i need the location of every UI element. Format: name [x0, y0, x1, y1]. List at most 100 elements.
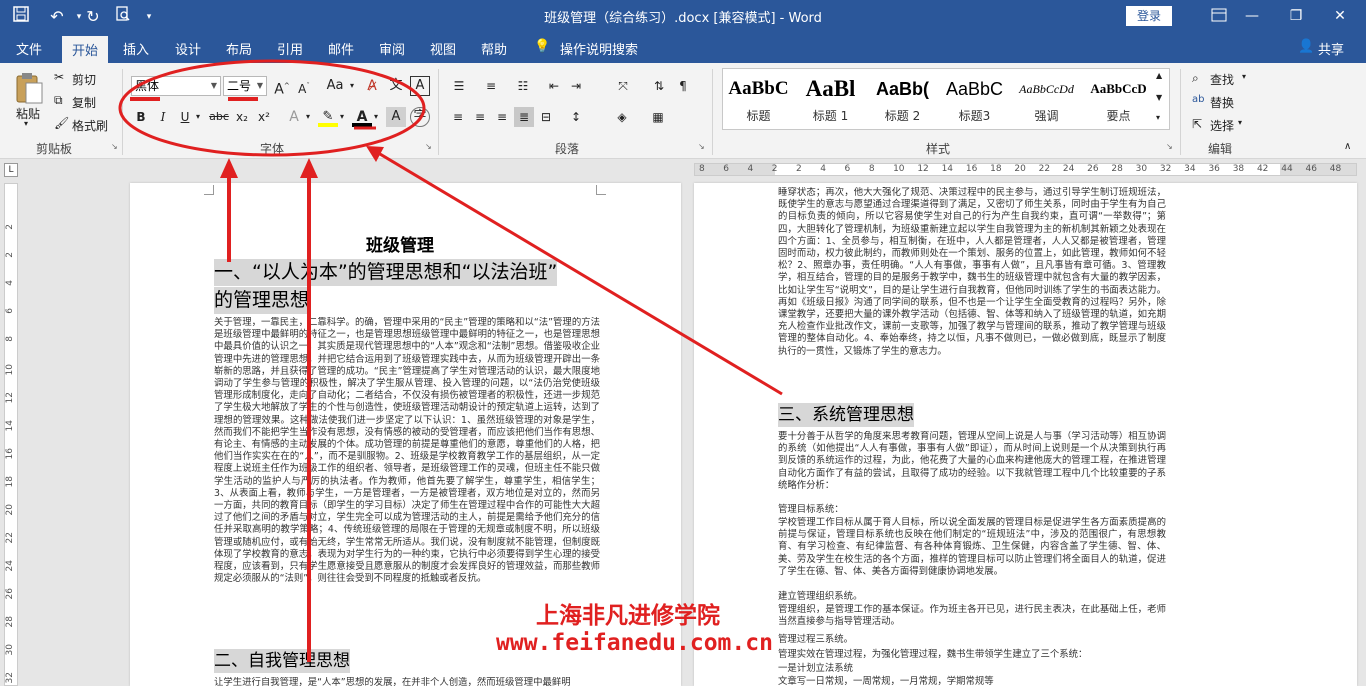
replace-button[interactable]: 替换	[1210, 94, 1234, 111]
shrink-font-icon[interactable]: Aˇ	[294, 76, 314, 96]
paste-icon[interactable]	[14, 71, 44, 105]
ruler-number: 18	[5, 476, 15, 488]
styles-scroll-down-icon[interactable]: ▼	[1156, 93, 1162, 102]
styles-scroll-up-icon[interactable]: ▲	[1156, 71, 1162, 80]
bold-button[interactable]: B	[132, 107, 150, 127]
select-button[interactable]: 选择	[1210, 117, 1234, 134]
multilevel-list-icon[interactable]: ☷	[512, 76, 534, 96]
superscript-button[interactable]: x²	[255, 107, 273, 127]
chevron-down-icon[interactable]: ▼	[211, 77, 217, 95]
subscript-button[interactable]: x₂	[233, 107, 251, 127]
chevron-down-icon[interactable]: ▼	[257, 77, 263, 95]
clipboard-launcher-icon[interactable]: ↘	[111, 142, 118, 151]
format-painter-button[interactable]: 格式刷	[72, 117, 108, 134]
tab-file[interactable]: 文件	[16, 39, 42, 58]
show-marks-icon[interactable]: ¶	[672, 76, 694, 96]
shading-icon[interactable]: ◈	[612, 107, 632, 127]
enclose-characters-icon[interactable]: 字	[410, 107, 430, 127]
select-icon[interactable]: ⇱	[1192, 117, 1202, 131]
styles-more-icon[interactable]: ▾	[1156, 113, 1160, 122]
font-color-dropdown-icon[interactable]: ▾	[372, 107, 380, 127]
tab-help[interactable]: 帮助	[481, 39, 507, 58]
increase-indent-icon[interactable]: ⇥	[566, 76, 586, 96]
ruler-number: 20	[5, 504, 15, 516]
phonetic-guide-icon[interactable]: 文	[386, 76, 406, 96]
ruler-number: 2	[5, 224, 15, 230]
align-left-icon[interactable]: ≡	[448, 107, 468, 127]
align-center-icon[interactable]: ≡	[470, 107, 490, 127]
tab-mailings[interactable]: 邮件	[328, 39, 354, 58]
ribbon-display-options-icon[interactable]	[1208, 6, 1230, 28]
font-launcher-icon[interactable]: ↘	[425, 142, 432, 151]
find-icon[interactable]: ⌕	[1192, 71, 1199, 86]
text-effects-dropdown-icon[interactable]: ▾	[304, 107, 312, 127]
text-effects-button[interactable]: A	[284, 107, 304, 127]
line-spacing-icon[interactable]: ↕	[566, 107, 586, 127]
select-dropdown-icon[interactable]: ▾	[1238, 118, 1242, 127]
paragraph-launcher-icon[interactable]: ↘	[698, 142, 705, 151]
tab-references[interactable]: 引用	[277, 39, 303, 58]
character-border-icon[interactable]: A	[410, 76, 430, 96]
page-right[interactable]: 睡穿状态；再次，他大大强化了规范、决策过程中的民主参与，通过引导学生制订班规班法…	[694, 183, 1357, 686]
style-heading3[interactable]: AaBbC 标题3	[939, 73, 1010, 131]
strikethrough-button[interactable]: abc	[207, 107, 231, 127]
chinese-layout-icon[interactable]: ⤧	[612, 76, 634, 96]
tab-insert[interactable]: 插入	[123, 39, 149, 58]
tell-me-search[interactable]: 操作说明搜索	[560, 39, 638, 58]
style-title[interactable]: AaBbC 标题	[723, 73, 794, 131]
justify-icon[interactable]: ≣	[514, 107, 534, 127]
style-emphasis[interactable]: AaBbCcDd 强调	[1011, 73, 1082, 131]
align-right-icon[interactable]: ≡	[492, 107, 512, 127]
sort-icon[interactable]: ⇅	[648, 76, 670, 96]
highlight-dropdown-icon[interactable]: ▾	[338, 107, 346, 127]
tab-home[interactable]: 开始	[62, 36, 109, 63]
character-shading-button[interactable]: A	[386, 107, 406, 127]
login-button[interactable]: 登录	[1126, 6, 1172, 26]
change-case-dropdown-icon[interactable]: ▾	[348, 76, 356, 96]
format-painter-icon[interactable]: 🖌	[54, 116, 69, 130]
tab-layout[interactable]: 布局	[226, 39, 252, 58]
minimize-button[interactable]: —	[1232, 4, 1272, 28]
underline-dropdown-icon[interactable]: ▾	[194, 107, 202, 127]
distributed-icon[interactable]: ⊟	[536, 107, 556, 127]
copy-icon[interactable]: ⧉	[54, 93, 63, 108]
bullets-icon[interactable]: ☰	[448, 76, 470, 96]
tab-design[interactable]: 设计	[175, 39, 201, 58]
style-heading2[interactable]: AaBb(标题 2	[867, 73, 938, 131]
share-icon[interactable]: 👤	[1298, 39, 1314, 54]
watermark-url: www.feifanedu.com.cn	[496, 630, 773, 656]
vertical-ruler[interactable]: 2 2 4 6 8 10 12 14 16 18 20 22 24 26 28 30 32	[4, 183, 18, 686]
style-heading1[interactable]: AaBl 标题 1	[795, 73, 866, 131]
borders-icon[interactable]: ▦	[648, 107, 668, 127]
tab-view[interactable]: 视图	[430, 39, 456, 58]
replace-icon[interactable]: ab	[1192, 94, 1204, 105]
restore-button[interactable]: ❐	[1276, 4, 1316, 28]
cut-icon[interactable]: ✂	[54, 70, 64, 84]
horizontal-ruler[interactable]: 8 6 4 2 2 4 6 8 10 12 14 16 18 20 22 24 26 28 30 32 34 36 38 42…	[694, 163, 1357, 176]
font-size-combo[interactable]: 二号 ▼	[223, 76, 267, 96]
tab-review[interactable]: 审阅	[379, 39, 405, 58]
find-dropdown-icon[interactable]: ▾	[1242, 72, 1246, 81]
style-strong[interactable]: AaBbCcD 要点	[1083, 73, 1154, 131]
styles-launcher-icon[interactable]: ↘	[1166, 142, 1173, 151]
copy-button[interactable]: 复制	[72, 94, 96, 111]
highlight-color-icon[interactable]: ✎	[318, 107, 338, 127]
italic-button[interactable]: I	[154, 107, 172, 127]
collapse-ribbon-icon[interactable]: ∧	[1344, 141, 1351, 152]
ruler-number: 12	[5, 392, 15, 404]
tab-selector[interactable]: L	[4, 163, 18, 177]
cut-button[interactable]: 剪切	[72, 71, 96, 88]
paste-dropdown-icon[interactable]: ▾	[24, 119, 28, 128]
font-name-combo[interactable]: 黑体 ▼	[131, 76, 221, 96]
close-button[interactable]: ✕	[1320, 4, 1360, 28]
share-button[interactable]: 共享	[1318, 39, 1344, 58]
grow-font-icon[interactable]: A^	[272, 76, 292, 98]
decrease-indent-icon[interactable]: ⇤	[544, 76, 564, 96]
find-button[interactable]: 查找	[1210, 71, 1234, 88]
underline-button[interactable]: U	[176, 107, 194, 127]
font-color-button[interactable]: A	[352, 107, 372, 127]
numbering-icon[interactable]: ≡	[480, 76, 502, 96]
lightbulb-icon[interactable]: 💡	[534, 39, 550, 54]
clear-formatting-icon[interactable]: A̷	[362, 76, 382, 96]
change-case-button[interactable]: Aa	[322, 76, 348, 96]
